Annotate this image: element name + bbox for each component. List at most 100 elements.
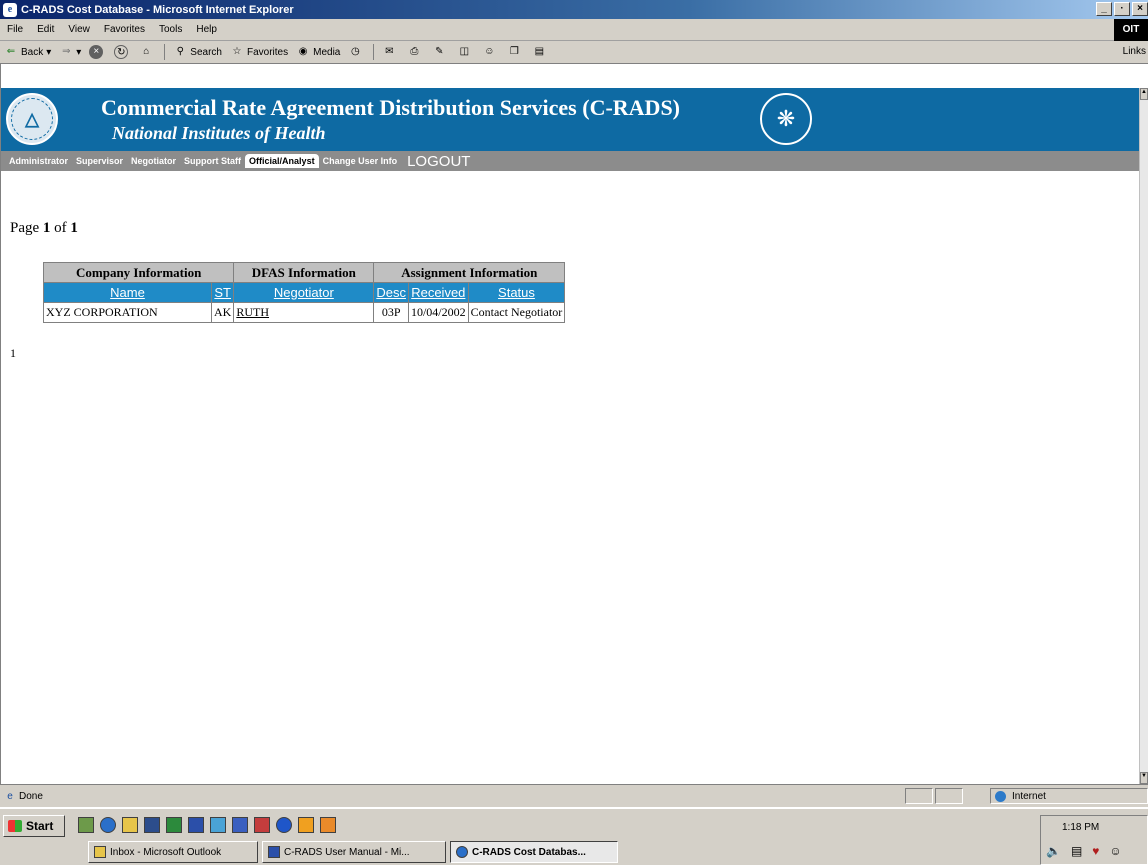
browser-toolbar: ⇐ Back ▾ ⇒ ▾ × ↻ ⌂ ⚲ Search ☆ Favorites … [0,41,1148,64]
antivirus-icon[interactable]: ♥ [1092,844,1099,858]
negotiator-link[interactable]: RUTH [236,305,269,319]
col-name[interactable]: Name [43,282,212,303]
menu-file[interactable]: File [0,24,30,35]
favorites-button[interactable]: ☆ Favorites [226,45,292,59]
assignment-table: Company Information DFAS Information Ass… [42,262,566,323]
app-icon[interactable] [276,817,292,833]
links-toolbar[interactable]: Links [1123,46,1146,57]
group-company-information: Company Information [42,262,235,283]
task-cost-database[interactable]: C-RADS Cost Databas... [450,841,618,863]
edit-button[interactable]: ✎ [428,45,453,59]
copy-button[interactable]: ❐ [503,45,528,59]
col-negotiator[interactable]: Negotiator [233,282,375,303]
task-user-manual[interactable]: C-RADS User Manual - Mi... [262,841,446,863]
nav-negotiator[interactable]: Negotiator [127,156,180,166]
stop-button[interactable]: × [85,45,110,59]
app-icon[interactable] [232,817,248,833]
nav-administrator[interactable]: Administrator [5,156,72,166]
minimize-button[interactable]: _ [1096,2,1112,16]
word-icon[interactable] [188,817,204,833]
refresh-button[interactable]: ↻ [110,45,135,59]
banner-title: Commercial Rate Agreement Distribution S… [101,95,681,120]
toolbar-separator [373,44,375,60]
task-outlook[interactable]: Inbox - Microsoft Outlook [88,841,258,863]
quick-launch [78,817,342,833]
favorites-label: Favorites [246,46,289,58]
page-index-link[interactable]: 1 [10,346,16,361]
internet-explorer-icon: e [3,2,17,17]
forward-button[interactable]: ⇒ ▾ [55,45,85,59]
vertical-scrollbar[interactable]: ▲ ▼ [1139,88,1148,784]
search-icon: ⚲ [176,46,184,57]
home-icon: ⌂ [143,46,150,57]
page-current: 1 [42,220,51,236]
cell-desc: 03P [373,302,409,323]
history-button[interactable]: ◷ [344,45,369,59]
mail-button[interactable]: ✉ [378,45,403,59]
page-done-icon: e [7,791,13,802]
paste-button[interactable]: ▤ [528,45,553,59]
task-label: C-RADS User Manual - Mi... [284,846,410,858]
home-button[interactable]: ⌂ [135,45,160,59]
cell-received: 10/04/2002 [407,302,469,323]
media-button[interactable]: ◉ Media [292,45,344,59]
col-received[interactable]: Received [407,282,469,303]
media-label: Media [313,46,341,58]
discuss-button[interactable]: ◫ [453,45,478,59]
task-buttons: Inbox - Microsoft Outlook C-RADS User Ma… [88,841,622,863]
menu-tools[interactable]: Tools [152,24,189,35]
col-st[interactable]: ST [210,282,235,303]
nav-support-staff[interactable]: Support Staff [180,156,245,166]
start-button[interactable]: Start [3,815,65,837]
messenger-icon[interactable]: ☺ [1109,844,1121,858]
app-icon[interactable] [210,817,226,833]
logout-link[interactable]: LOGOUT [401,153,476,170]
scroll-up-arrow-icon[interactable]: ▲ [1140,88,1148,100]
window-title-bar[interactable]: e C-RADS Cost Database - Microsoft Inter… [0,0,1148,19]
window-title: C-RADS Cost Database - Microsoft Interne… [21,3,294,16]
windows-logo-icon [8,820,22,832]
page-of-label: of [54,220,67,236]
cell-negotiator-link[interactable]: RUTH [233,302,375,323]
internet-explorer-icon[interactable] [100,817,116,833]
col-desc[interactable]: Desc [373,282,409,303]
stop-icon: × [89,45,104,59]
page-viewport: △ Commercial Rate Agreement Distribution… [0,64,1148,784]
clock[interactable]: 1:18 PM [1062,822,1099,833]
task-label: Inbox - Microsoft Outlook [110,846,222,858]
header-banner: △ Commercial Rate Agreement Distribution… [1,88,1141,151]
scroll-down-arrow-icon[interactable]: ▼ [1140,772,1148,784]
powerpoint-icon[interactable] [254,817,270,833]
media-player-icon[interactable] [298,817,314,833]
col-status[interactable]: Status [467,282,566,303]
close-button[interactable]: × [1132,2,1148,16]
volume-icon[interactable]: 🔈 [1046,844,1061,858]
search-button[interactable]: ⚲ Search [169,45,226,59]
back-button[interactable]: ⇐ Back ▾ [0,45,55,59]
menu-favorites[interactable]: Favorites [97,24,152,35]
messenger-button[interactable]: ☺ [478,45,503,59]
hhs-eagle-seal-icon: ❋ [760,93,812,145]
nav-supervisor[interactable]: Supervisor [72,156,127,166]
cell-state: AK [210,302,235,323]
site-nav: Administrator Supervisor Negotiator Supp… [1,151,1141,171]
favorites-icon: ☆ [232,46,242,57]
menu-help[interactable]: Help [189,24,224,35]
group-dfas-information: DFAS Information [233,262,375,283]
show-desktop-icon[interactable] [78,817,94,833]
system-tray: 1:18 PM 🔈 ▤ ♥ ☺ [1040,815,1148,865]
menu-edit[interactable]: Edit [30,24,61,35]
outlook-icon[interactable] [122,817,138,833]
network-icon[interactable]: ▤ [1071,844,1082,858]
app-icon[interactable] [144,817,160,833]
menu-view[interactable]: View [61,24,97,35]
maximize-button[interactable]: · [1114,2,1130,16]
table-group-header: Company Information DFAS Information Ass… [42,262,566,283]
outlook-icon [94,846,106,858]
nav-change-user-info[interactable]: Change User Info [319,156,402,166]
print-button[interactable]: ⎙ [403,45,428,59]
app-icon[interactable] [320,817,336,833]
banner-subtitle: National Institutes of Health [112,123,326,143]
nav-official-analyst[interactable]: Official/Analyst [245,154,319,168]
excel-icon[interactable] [166,817,182,833]
